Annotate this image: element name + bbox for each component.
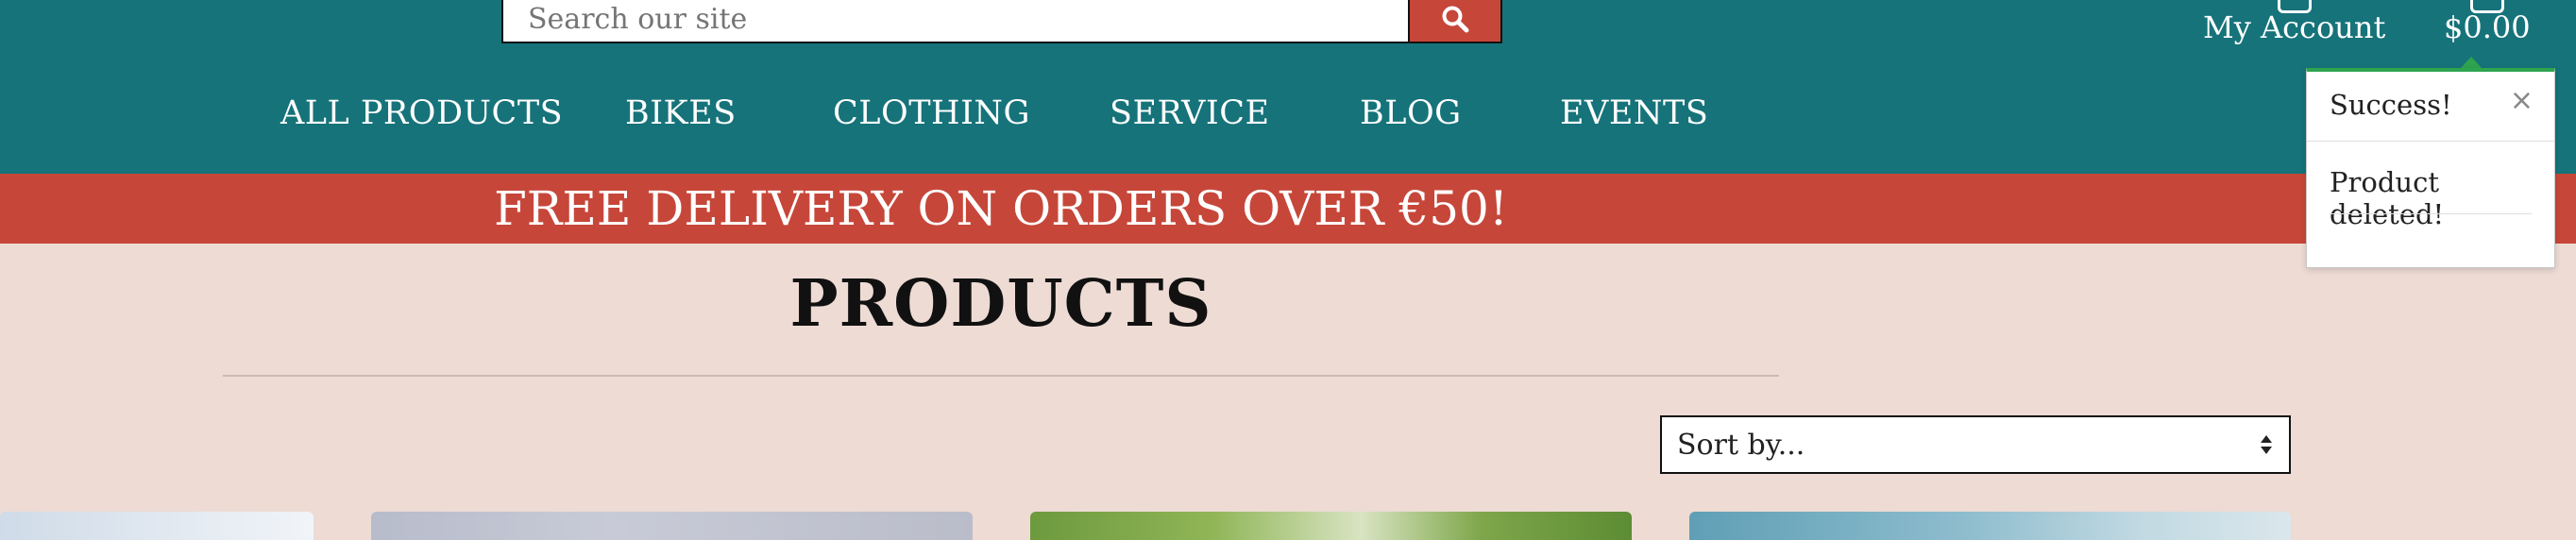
toast-title: Success! bbox=[2330, 89, 2452, 121]
nav-item-blog[interactable]: BLOG bbox=[1360, 94, 1462, 132]
toast-header: Success! × bbox=[2307, 72, 2554, 142]
nav-item-all-products[interactable]: ALL PRODUCTS bbox=[280, 94, 563, 132]
toast-message: Product deleted! bbox=[2330, 166, 2445, 230]
search-form bbox=[501, 0, 1502, 43]
nav-item-bikes[interactable]: BIKES bbox=[625, 94, 737, 132]
search-button[interactable] bbox=[1408, 0, 1502, 43]
search-icon bbox=[1442, 6, 1469, 33]
sort-arrows-icon bbox=[2259, 433, 2274, 456]
my-account-link[interactable]: My Account bbox=[2203, 0, 2386, 45]
product-card-image[interactable] bbox=[371, 512, 973, 540]
user-icon bbox=[2277, 0, 2312, 13]
cart-total: $0.00 bbox=[2444, 9, 2531, 45]
close-icon[interactable]: × bbox=[2510, 87, 2534, 115]
nav-item-clothing[interactable]: CLOTHING bbox=[833, 94, 1030, 132]
sort-select[interactable]: Sort by... bbox=[1660, 415, 2291, 474]
nav-item-service[interactable]: SERVICE bbox=[1110, 94, 1270, 132]
promo-banner: FREE DELIVERY ON ORDERS OVER €50! bbox=[0, 174, 2576, 244]
my-account-label: My Account bbox=[2203, 9, 2386, 45]
main-nav: ALL PRODUCTS BIKES CLOTHING SERVICE BLOG… bbox=[0, 94, 2266, 147]
search-input[interactable] bbox=[501, 0, 1408, 43]
product-card-image[interactable] bbox=[1030, 512, 1632, 540]
toast-caret bbox=[2461, 57, 2482, 68]
nav-item-events[interactable]: EVENTS bbox=[1560, 94, 1708, 132]
site-header: My Account $0.00 ALL PRODUCTS BIKES CLOT… bbox=[0, 0, 2576, 174]
success-toast: Success! × Product deleted! bbox=[2306, 68, 2555, 268]
product-card-image[interactable] bbox=[0, 512, 314, 540]
product-card-image[interactable] bbox=[1689, 512, 2291, 540]
page-title: PRODUCTS bbox=[789, 266, 1212, 342]
sort-select-value: Sort by... bbox=[1677, 428, 1805, 462]
cart-link[interactable]: $0.00 bbox=[2444, 0, 2531, 45]
cart-icon bbox=[2469, 0, 2504, 13]
promo-text: FREE DELIVERY ON ORDERS OVER €50! bbox=[494, 181, 1508, 236]
toast-divider bbox=[2330, 213, 2532, 214]
title-divider bbox=[223, 375, 1779, 377]
